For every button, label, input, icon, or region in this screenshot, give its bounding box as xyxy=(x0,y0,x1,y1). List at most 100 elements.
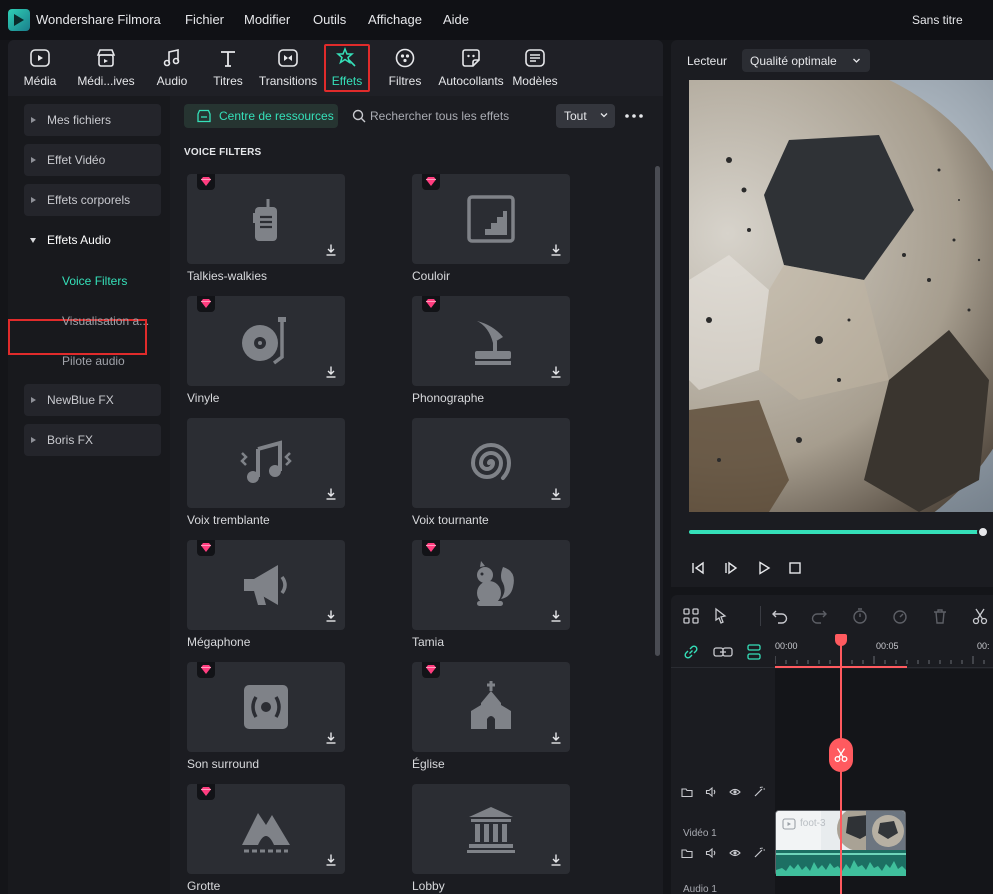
library-scrollbar[interactable] xyxy=(655,166,660,656)
link-icon[interactable] xyxy=(683,644,699,660)
download-icon[interactable] xyxy=(324,487,338,501)
subcategory-visualisation-audio[interactable]: Visualisation a... xyxy=(62,314,149,328)
effect-card[interactable] xyxy=(187,662,345,752)
download-icon[interactable] xyxy=(549,853,563,867)
squirrel-icon xyxy=(477,561,514,606)
premium-gem-icon xyxy=(422,540,440,556)
effect-card[interactable] xyxy=(412,174,570,264)
previous-frame-icon[interactable] xyxy=(690,560,706,576)
effect-card[interactable] xyxy=(187,540,345,630)
toolbar-templates[interactable]: Modèles xyxy=(510,40,560,96)
resource-center-button[interactable]: Centre de ressources xyxy=(184,104,338,128)
folder-icon[interactable] xyxy=(681,847,693,859)
category-effets-audio[interactable]: Effets Audio xyxy=(24,224,161,256)
download-icon[interactable] xyxy=(549,731,563,745)
quality-dropdown[interactable]: Qualité optimale xyxy=(742,49,870,72)
track-headers xyxy=(671,706,775,894)
playhead-handle[interactable] xyxy=(835,634,847,646)
layout-grid-icon[interactable] xyxy=(682,607,700,625)
next-frame-icon[interactable] xyxy=(723,560,739,576)
redo-icon[interactable] xyxy=(810,607,828,625)
effect-card[interactable] xyxy=(412,784,570,874)
speaker-icon[interactable] xyxy=(705,786,717,798)
quality-value: Qualité optimale xyxy=(750,54,837,68)
download-icon[interactable] xyxy=(324,853,338,867)
effect-card[interactable] xyxy=(412,540,570,630)
toolbar-filters[interactable]: Filtres xyxy=(384,40,426,96)
effect-card-label: Tamia xyxy=(412,635,445,649)
effect-card[interactable] xyxy=(187,174,345,264)
audio-track-label: Audio 1 xyxy=(683,884,717,894)
select-pointer-icon[interactable] xyxy=(713,607,731,625)
more-options-icon[interactable] xyxy=(622,108,646,124)
menu-outils[interactable]: Outils xyxy=(313,12,346,27)
download-icon[interactable] xyxy=(324,365,338,379)
sticker-icon xyxy=(462,49,480,67)
download-icon[interactable] xyxy=(549,609,563,623)
category-newblue-fx[interactable]: NewBlue FX xyxy=(24,384,161,416)
download-icon[interactable] xyxy=(324,243,338,257)
progress-handle[interactable] xyxy=(977,526,989,538)
effect-card[interactable] xyxy=(412,662,570,752)
scissors-icon[interactable] xyxy=(971,607,989,625)
search-input[interactable] xyxy=(370,104,550,128)
toolbar-divider xyxy=(760,606,761,626)
track-height-icon[interactable] xyxy=(746,643,762,661)
effect-card[interactable] xyxy=(412,418,570,508)
cave-icon xyxy=(242,813,290,853)
effect-card[interactable] xyxy=(187,296,345,386)
document-title: Sans titre xyxy=(912,13,963,27)
playback-progress[interactable] xyxy=(689,530,983,534)
menu-modifier[interactable]: Modifier xyxy=(244,12,290,27)
menu-affichage[interactable]: Affichage xyxy=(368,12,422,27)
split-at-playhead-button[interactable] xyxy=(829,738,853,772)
effect-card[interactable] xyxy=(412,296,570,386)
magic-wand-icon[interactable] xyxy=(753,786,765,798)
template-icon xyxy=(525,49,545,67)
timecode-label: 00:00 xyxy=(775,641,798,651)
toolbar-stickers[interactable]: Autocollants xyxy=(436,40,506,96)
subcategory-voice-filters[interactable]: Voice Filters xyxy=(62,274,127,288)
filter-dropdown[interactable]: Tout xyxy=(556,104,615,128)
category-effet-video[interactable]: Effet Vidéo xyxy=(24,144,161,176)
toolbar-titles[interactable]: Titres xyxy=(208,40,248,96)
toolbar-templates-label: Modèles xyxy=(512,74,558,88)
trash-icon[interactable] xyxy=(931,607,949,625)
download-icon[interactable] xyxy=(549,487,563,501)
subcategory-pilote-audio[interactable]: Pilote audio xyxy=(62,354,125,368)
effect-card-label: Phonographe xyxy=(412,391,485,405)
premium-gem-icon xyxy=(197,540,215,556)
effect-card[interactable] xyxy=(187,784,345,874)
timer-icon[interactable] xyxy=(851,607,869,625)
speaker-icon[interactable] xyxy=(705,847,717,859)
speed-icon[interactable] xyxy=(891,607,909,625)
toolbar-media[interactable]: Média xyxy=(22,40,58,96)
caret-right-icon xyxy=(31,397,36,403)
undo-icon[interactable] xyxy=(771,607,789,625)
effect-card[interactable] xyxy=(187,418,345,508)
category-effets-corporels[interactable]: Effets corporels xyxy=(24,184,161,216)
category-boris-fx[interactable]: Boris FX xyxy=(24,424,161,456)
play-icon[interactable] xyxy=(756,560,772,576)
toolbar-audio[interactable]: Audio xyxy=(152,40,192,96)
category-mes-fichiers[interactable]: Mes fichiers xyxy=(24,104,161,136)
category-sidebar: Mes fichiers Effet Vidéo Effets corporel… xyxy=(8,96,170,894)
stop-icon[interactable] xyxy=(787,560,803,576)
group-icon[interactable] xyxy=(713,644,733,660)
download-icon[interactable] xyxy=(324,609,338,623)
download-icon[interactable] xyxy=(549,243,563,257)
folder-icon[interactable] xyxy=(681,786,693,798)
toolbar-media-label: Média xyxy=(23,74,57,88)
eye-icon[interactable] xyxy=(729,786,741,798)
menu-fichier[interactable]: Fichier xyxy=(185,12,224,27)
download-icon[interactable] xyxy=(324,731,338,745)
magic-wand-icon[interactable] xyxy=(753,847,765,859)
timecode-label: 00: xyxy=(977,641,990,651)
download-icon[interactable] xyxy=(549,365,563,379)
eye-icon[interactable] xyxy=(729,847,741,859)
building-icon xyxy=(467,807,515,853)
toolbar-transitions[interactable]: Transitions xyxy=(258,40,318,96)
timecode-label: 00:05 xyxy=(876,641,899,651)
menu-aide[interactable]: Aide xyxy=(443,12,469,27)
toolbar-stock-media[interactable]: Médi...ives xyxy=(76,40,136,96)
